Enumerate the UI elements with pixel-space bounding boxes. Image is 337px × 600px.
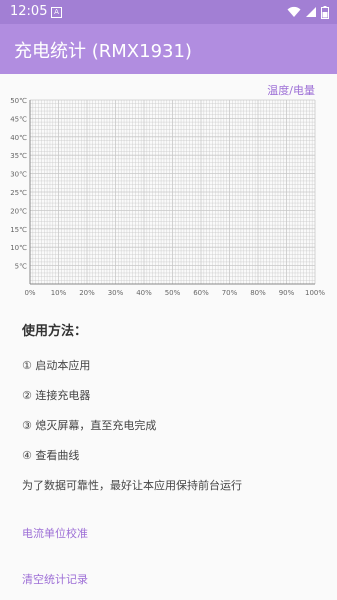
y-tick-label: 10℃ [10, 244, 27, 252]
y-tick-label: 45℃ [10, 115, 27, 123]
x-tick-label: 10% [51, 289, 67, 297]
app-bar: 充电统计 (RMX1931) [0, 24, 337, 74]
status-time: 12:05 [10, 4, 48, 19]
instruction-step: ② 连接充电器 [22, 389, 91, 402]
x-tick-label: 30% [108, 289, 124, 297]
x-tick-label: 50% [165, 289, 181, 297]
y-tick-label: 20℃ [10, 207, 27, 215]
signal-icon [306, 7, 316, 17]
y-tick-label: 5℃ [15, 263, 27, 271]
instructions-title: 使用方法： [22, 324, 88, 339]
status-icons [287, 5, 329, 19]
chart-container: 温度/电量 50℃ 45℃ 40℃ 35℃ 30℃ 25℃ 20℃ 15℃ 10℃ 5℃ 0% 10%… [0, 78, 337, 303]
x-tick-label: 0% [24, 289, 35, 297]
instructions: 使用方法： ① 启动本应用 ② 连接充电器 ③ 熄灭屏幕，直至充电完成 ④ 查看… [22, 320, 322, 493]
clear-records-link[interactable]: 清空统计记录 [22, 571, 88, 587]
y-tick-label: 35℃ [10, 152, 27, 160]
x-tick-label: 70% [222, 289, 238, 297]
x-tick-label: 90% [279, 289, 295, 297]
y-tick-label: 30℃ [10, 171, 27, 179]
calibrate-current-unit-link[interactable]: 电流单位校准 [22, 525, 88, 541]
wifi-icon [287, 6, 301, 17]
charge-chart: 50℃ 45℃ 40℃ 35℃ 30℃ 25℃ 20℃ 15℃ 10℃ 5℃ 0% 10% 20% 30%… [10, 97, 325, 297]
y-tick-label: 40℃ [10, 134, 27, 142]
x-tick-label: 40% [136, 289, 152, 297]
page-title: 充电统计 (RMX1931) [14, 41, 192, 62]
chart-legend: 温度/电量 [267, 84, 315, 97]
status-bar: 12:05 A [0, 0, 337, 24]
x-tick-label: 80% [250, 289, 266, 297]
y-tick-label: 15℃ [10, 226, 27, 234]
instructions-note: 为了数据可靠性，最好让本应用保持前台运行 [22, 479, 242, 492]
instruction-step: ① 启动本应用 [22, 359, 91, 372]
notification-icon: A [51, 7, 62, 18]
instruction-step: ④ 查看曲线 [22, 449, 80, 462]
y-tick-label: 25℃ [10, 189, 27, 197]
x-tick-label: 60% [193, 289, 209, 297]
instruction-step: ③ 熄灭屏幕，直至充电完成 [22, 419, 157, 432]
x-tick-label: 20% [79, 289, 95, 297]
battery-icon [321, 5, 329, 19]
y-tick-label: 50℃ [10, 97, 27, 105]
x-tick-label: 100% [305, 289, 325, 297]
